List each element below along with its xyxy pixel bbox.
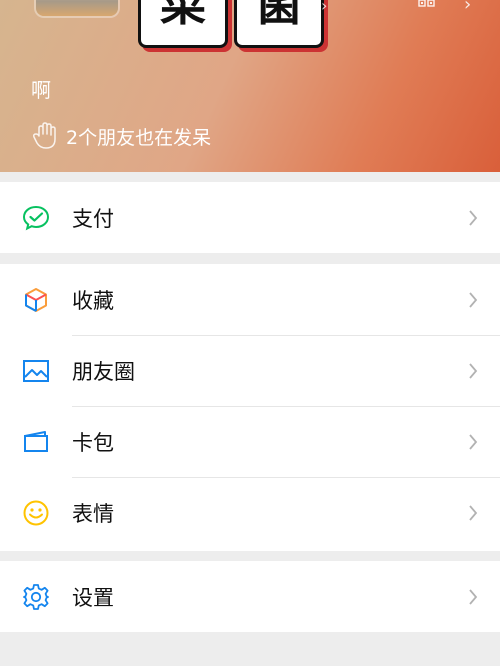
profile-header[interactable]: 菜 菌 › › 啊 2个朋友也在发呆 [0, 0, 500, 172]
menu-item-pay[interactable]: 支付 [0, 182, 500, 253]
image-icon [22, 357, 50, 385]
menu-item-favorites[interactable]: 收藏 [0, 264, 500, 335]
menu-group-main: 收藏 朋友圈 卡包 表情 [0, 264, 500, 551]
menu-item-label: 朋友圈 [72, 359, 135, 384]
menu-item-label: 支付 [72, 206, 114, 231]
cube-icon [22, 286, 50, 314]
qr-code-icon[interactable] [418, 0, 436, 8]
nickname-sticker-char-1: 菜 [160, 0, 206, 31]
menu-item-label: 表情 [72, 501, 114, 526]
menu-group-settings: 设置 [0, 561, 500, 632]
nickname-sticker-1: 菜 [138, 0, 228, 48]
chevron-right-icon [469, 433, 478, 450]
chevron-right-icon [469, 588, 478, 605]
menu-item-stickers[interactable]: 表情 [0, 477, 500, 548]
status-text[interactable]: 啊 [31, 74, 51, 103]
profile-arrow-icon[interactable]: › [464, 0, 471, 15]
hand-icon [33, 122, 56, 149]
chevron-right-icon: › [321, 0, 328, 15]
menu-item-label: 收藏 [72, 288, 114, 313]
menu-group-pay: 支付 [0, 182, 500, 253]
menu-item-cards[interactable]: 卡包 [0, 406, 500, 477]
chevron-right-icon [469, 209, 478, 226]
wechat-pay-icon [22, 204, 50, 232]
menu-item-label: 设置 [72, 585, 114, 610]
chevron-right-icon [469, 291, 478, 308]
menu-item-settings[interactable]: 设置 [0, 561, 500, 632]
menu-item-label: 卡包 [72, 430, 114, 455]
smile-icon [22, 499, 50, 527]
avatar[interactable] [36, 0, 118, 16]
card-icon [22, 428, 50, 456]
nickname-sticker-2: 菌 [234, 0, 324, 48]
bottom-background [0, 632, 500, 666]
menu-item-moments[interactable]: 朋友圈 [0, 335, 500, 406]
friends-status-row[interactable]: 2个朋友也在发呆 [32, 122, 211, 150]
friends-status-text: 2个朋友也在发呆 [66, 126, 212, 149]
me-page: 菜 菌 › › 啊 2个朋友也在发呆 支付 收藏 朋友圈 卡包 表情 设置 [0, 0, 500, 666]
chevron-right-icon [469, 362, 478, 379]
nickname-sticker-char-2: 菌 [256, 0, 302, 31]
chevron-right-icon [469, 504, 478, 521]
gear-icon [22, 583, 50, 611]
